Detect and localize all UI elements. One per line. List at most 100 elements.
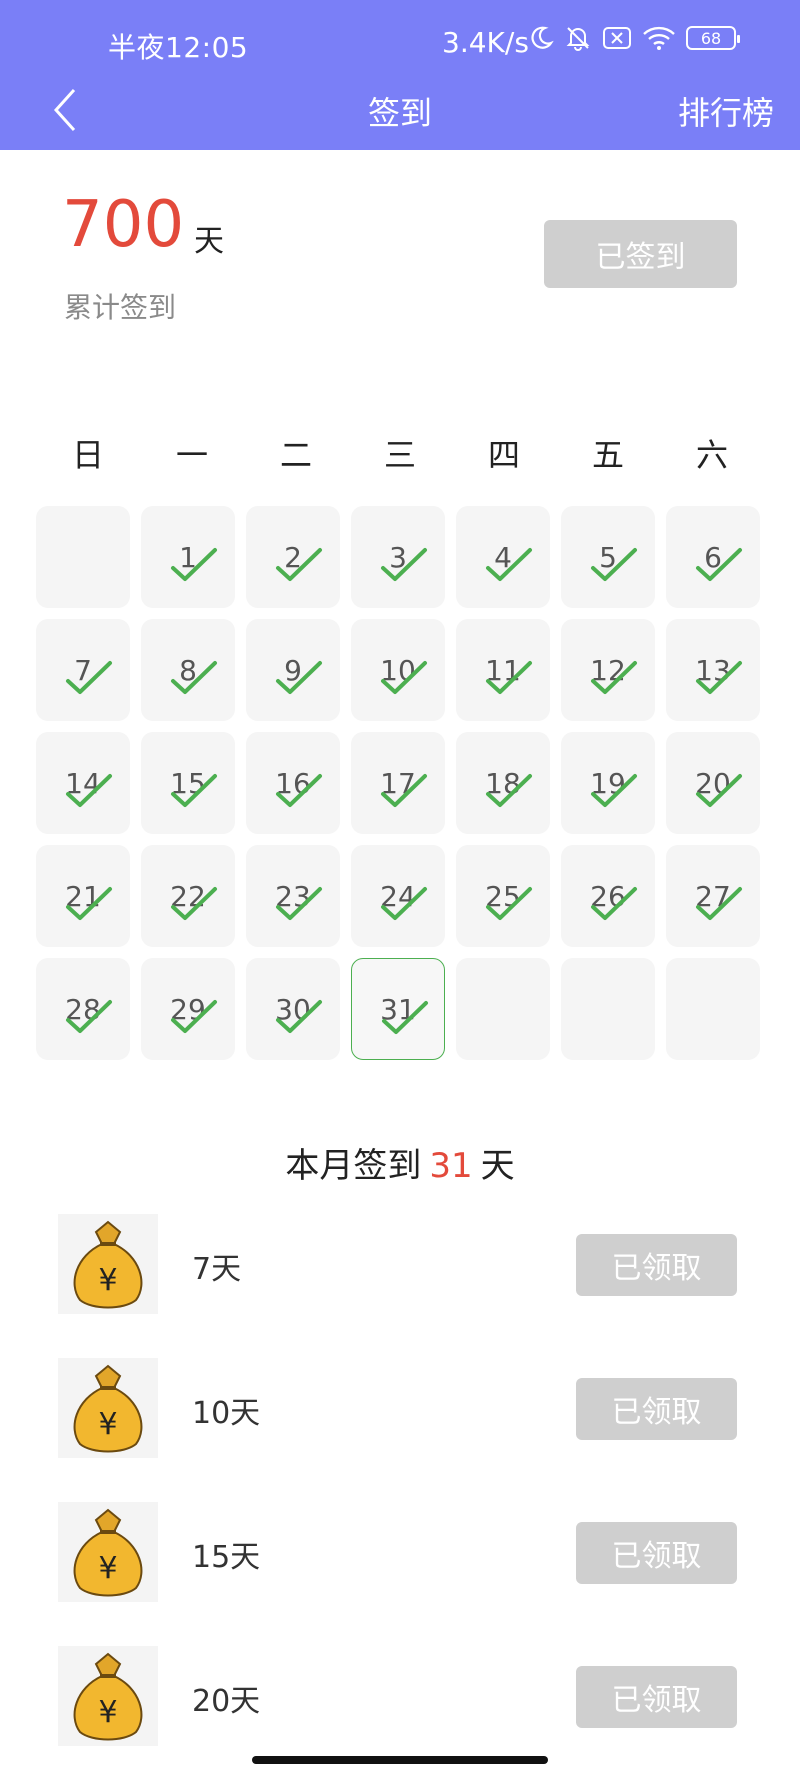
status-icons: 68 (528, 24, 740, 52)
calendar-day[interactable]: 13 (666, 619, 760, 721)
month-summary-suffix: 天 (480, 1146, 515, 1186)
calendar-day[interactable]: 16 (246, 732, 340, 834)
calendar-day[interactable]: 4 (456, 506, 550, 608)
claimed-button[interactable]: 已领取 (576, 1234, 737, 1296)
calendar-day[interactable]: 11 (456, 619, 550, 721)
checkmark-icon (66, 887, 112, 920)
total-days-count: 700 (62, 188, 185, 262)
calendar-day[interactable]: 8 (141, 619, 235, 721)
home-indicator[interactable] (252, 1756, 548, 1764)
checkmark-icon (171, 774, 217, 807)
calendar-day[interactable]: 21 (36, 845, 130, 947)
total-days-unit: 天 (194, 224, 224, 259)
status-time: 半夜12:05 (108, 31, 249, 64)
reward-label: 15天 (192, 1540, 261, 1575)
bell-off-icon (566, 27, 590, 51)
checkmark-icon (66, 774, 112, 807)
checkmark-icon (381, 548, 427, 581)
header-bar: 半夜12:05 3.4K/s 68 签到 排行榜 (0, 0, 800, 150)
reward-label: 10天 (192, 1396, 261, 1431)
calendar-empty-cell (36, 506, 130, 608)
reward-row: ¥ 10天 已领取 (0, 1354, 800, 1464)
month-summary-prefix: 本月签到 (285, 1146, 422, 1186)
moon-icon (531, 26, 554, 49)
calendar-day[interactable]: 10 (351, 619, 445, 721)
calendar-grid: 1 2 3 4 5 6 7 8 9 10 11 12 13 14 15 16 17 18 19 20 21 22 23 24 2… (36, 506, 764, 1060)
checkmark-icon (171, 548, 217, 581)
calendar-day[interactable]: 15 (141, 732, 235, 834)
battery-level: 68 (700, 28, 722, 48)
calendar-day[interactable]: 14 (36, 732, 130, 834)
calendar-day[interactable]: 25 (456, 845, 550, 947)
weekday-sun: 日 (71, 436, 104, 474)
calendar-day[interactable]: 29 (141, 958, 235, 1060)
checkmark-icon (381, 661, 427, 694)
weekday-fri: 五 (591, 436, 624, 474)
no-sim-icon (603, 27, 631, 49)
nav-bar: 签到 排行榜 (0, 82, 800, 138)
signin-summary: 700 天 累计签到 已签到 (0, 150, 800, 380)
checkmark-icon (171, 661, 217, 694)
battery-icon: 68 (686, 26, 740, 50)
calendar-day-today[interactable]: 31 (351, 958, 445, 1060)
calendar-day[interactable]: 22 (141, 845, 235, 947)
checkmark-icon (696, 774, 742, 807)
status-bar: 半夜12:05 3.4K/s 68 (0, 22, 800, 64)
calendar-day[interactable]: 28 (36, 958, 130, 1060)
checkmark-icon (171, 887, 217, 920)
calendar-day[interactable]: 2 (246, 506, 340, 608)
calendar-day[interactable]: 26 (561, 845, 655, 947)
month-summary-days: 31 (429, 1146, 473, 1186)
calendar-day[interactable]: 1 (141, 506, 235, 608)
checkmark-icon (486, 887, 532, 920)
reward-label: 7天 (192, 1252, 242, 1287)
calendar-day[interactable]: 5 (561, 506, 655, 608)
calendar-day[interactable]: 9 (246, 619, 340, 721)
money-bag-icon: ¥ (58, 1214, 158, 1314)
leaderboard-link[interactable]: 排行榜 (678, 88, 774, 134)
checkmark-icon (696, 548, 742, 581)
weekday-wed: 三 (383, 436, 416, 474)
checkmark-icon (591, 548, 637, 581)
calendar-day[interactable]: 27 (666, 845, 760, 947)
calendar-day[interactable]: 6 (666, 506, 760, 608)
reward-row: ¥ 15天 已领取 (0, 1498, 800, 1608)
money-bag-icon: ¥ (58, 1358, 158, 1458)
checkmark-icon (486, 774, 532, 807)
wifi-icon (643, 26, 675, 50)
money-bag-icon: ¥ (58, 1646, 158, 1746)
calendar-day[interactable]: 19 (561, 732, 655, 834)
calendar-day[interactable]: 7 (36, 619, 130, 721)
calendar-day[interactable]: 24 (351, 845, 445, 947)
weekday-mon: 一 (175, 436, 208, 474)
svg-text:¥: ¥ (98, 1551, 117, 1586)
calendar-day[interactable]: 17 (351, 732, 445, 834)
total-days-label: 累计签到 (64, 291, 177, 324)
svg-text:¥: ¥ (98, 1263, 117, 1298)
calendar-day[interactable]: 23 (246, 845, 340, 947)
claimed-button[interactable]: 已领取 (576, 1666, 737, 1728)
checkmark-icon (381, 774, 427, 807)
signed-in-button[interactable]: 已签到 (544, 220, 737, 288)
calendar-day[interactable]: 3 (351, 506, 445, 608)
checkmark-icon (276, 661, 322, 694)
claimed-button[interactable]: 已领取 (576, 1378, 737, 1440)
calendar-empty-cell (561, 958, 655, 1060)
checkmark-icon (276, 548, 322, 581)
weekday-thu: 四 (487, 436, 520, 474)
checkmark-icon (591, 774, 637, 807)
checkmark-icon (171, 1000, 217, 1033)
checkmark-icon (591, 661, 637, 694)
calendar-day[interactable]: 30 (246, 958, 340, 1060)
calendar-day[interactable]: 20 (666, 732, 760, 834)
checkmark-icon (696, 887, 742, 920)
calendar-day[interactable]: 18 (456, 732, 550, 834)
svg-text:¥: ¥ (98, 1695, 117, 1730)
checkmark-icon (381, 887, 427, 920)
month-summary: 本月签到 31 天 (0, 1138, 800, 1187)
checkmark-icon (276, 887, 322, 920)
checkmark-icon (382, 1001, 428, 1034)
claimed-button[interactable]: 已领取 (576, 1522, 737, 1584)
calendar-day[interactable]: 12 (561, 619, 655, 721)
checkmark-icon (66, 1000, 112, 1033)
